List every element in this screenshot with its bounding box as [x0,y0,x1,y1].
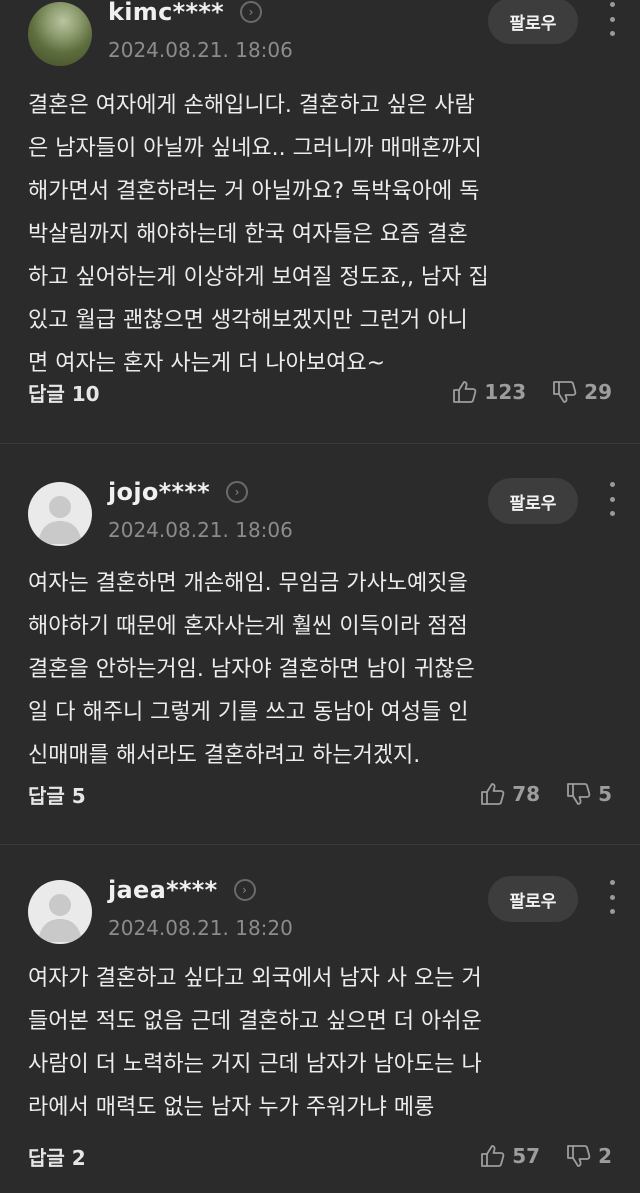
like-count: 57 [512,1144,541,1168]
comment-footer: 답글 10 123 29 [28,377,612,407]
username-row: kimc**** › [108,0,263,26]
follow-button[interactable]: 팔로우 [488,478,578,524]
comment-header: jojo**** › 2024.08.21. 18:06 팔로우 [28,478,618,548]
comment-date: 2024.08.21. 18:20 [108,916,293,940]
chevron-right-icon[interactable]: › [240,1,263,23]
comment-header: kimc**** › 2024.08.21. 18:06 팔로우 [28,0,618,68]
vote-group: 78 5 [480,782,612,806]
like-count: 123 [484,380,527,404]
avatar[interactable] [28,880,92,944]
follow-button[interactable]: 팔로우 [488,0,578,44]
default-avatar-icon [38,894,82,942]
avatar[interactable] [28,482,92,546]
more-options-icon[interactable] [606,880,618,914]
comment-item: jojo**** › 2024.08.21. 18:06 팔로우 여자는 결혼하… [0,444,640,845]
reply-button[interactable]: 답글 10 [28,378,100,407]
username-row: jaea**** › [108,876,256,904]
thumbs-down-icon [567,1145,591,1167]
dislike-button[interactable]: 5 [566,782,612,806]
comment-date: 2024.08.21. 18:06 [108,38,293,62]
chevron-right-icon[interactable]: › [233,879,256,901]
follow-button[interactable]: 팔로우 [488,876,578,922]
comment-text: 여자는 결혼하면 개손해임. 무임금 가사노예짓을 해야하기 때문에 혼자사는게… [28,571,475,768]
reply-button[interactable]: 답글 5 [28,780,86,809]
dislike-count: 5 [598,782,612,806]
dislike-count: 2 [598,1144,612,1168]
vote-group: 57 2 [480,1144,612,1168]
comment-item: kimc**** › 2024.08.21. 18:06 팔로우 결혼은 여자에… [0,0,640,444]
comment-date: 2024.08.21. 18:06 [108,518,293,542]
comment-item: jaea**** › 2024.08.21. 18:20 팔로우 여자가 결혼하… [0,845,640,1193]
comment-header: jaea**** › 2024.08.21. 18:20 팔로우 [28,876,618,946]
username[interactable]: kimc**** [108,0,224,26]
avatar[interactable] [28,2,92,66]
like-button[interactable]: 57 [480,1144,540,1168]
reply-button[interactable]: 답글 2 [28,1142,86,1171]
thumbs-up-icon [481,783,505,805]
comment-text: 결혼은 여자에게 손해입니다. 결혼하고 싶은 사람 은 남자들이 아닐까 싶네… [28,93,489,376]
like-button[interactable]: 78 [480,782,540,806]
thumbs-up-icon [453,381,477,403]
comment-text: 여자가 결혼하고 싶다고 외국에서 남자 사 오는 거 들어본 적도 없음 근데… [28,966,482,1120]
username[interactable]: jojo**** [108,478,210,506]
thumbs-down-icon [567,783,591,805]
default-avatar-icon [38,496,82,544]
more-options-icon[interactable] [606,482,618,516]
thumbs-up-icon [481,1145,505,1167]
username[interactable]: jaea**** [108,876,218,904]
like-count: 78 [512,782,541,806]
thumbs-down-icon [553,381,577,403]
like-button[interactable]: 123 [452,380,526,404]
vote-group: 123 29 [452,380,612,404]
username-row: jojo**** › [108,478,249,506]
comment-footer: 답글 5 78 5 [28,779,612,809]
dislike-button[interactable]: 2 [566,1144,612,1168]
dislike-count: 29 [584,380,612,404]
more-options-icon[interactable] [606,2,618,36]
comment-footer: 답글 2 57 2 [28,1141,612,1171]
chevron-right-icon[interactable]: › [226,481,249,503]
dislike-button[interactable]: 29 [552,380,612,404]
